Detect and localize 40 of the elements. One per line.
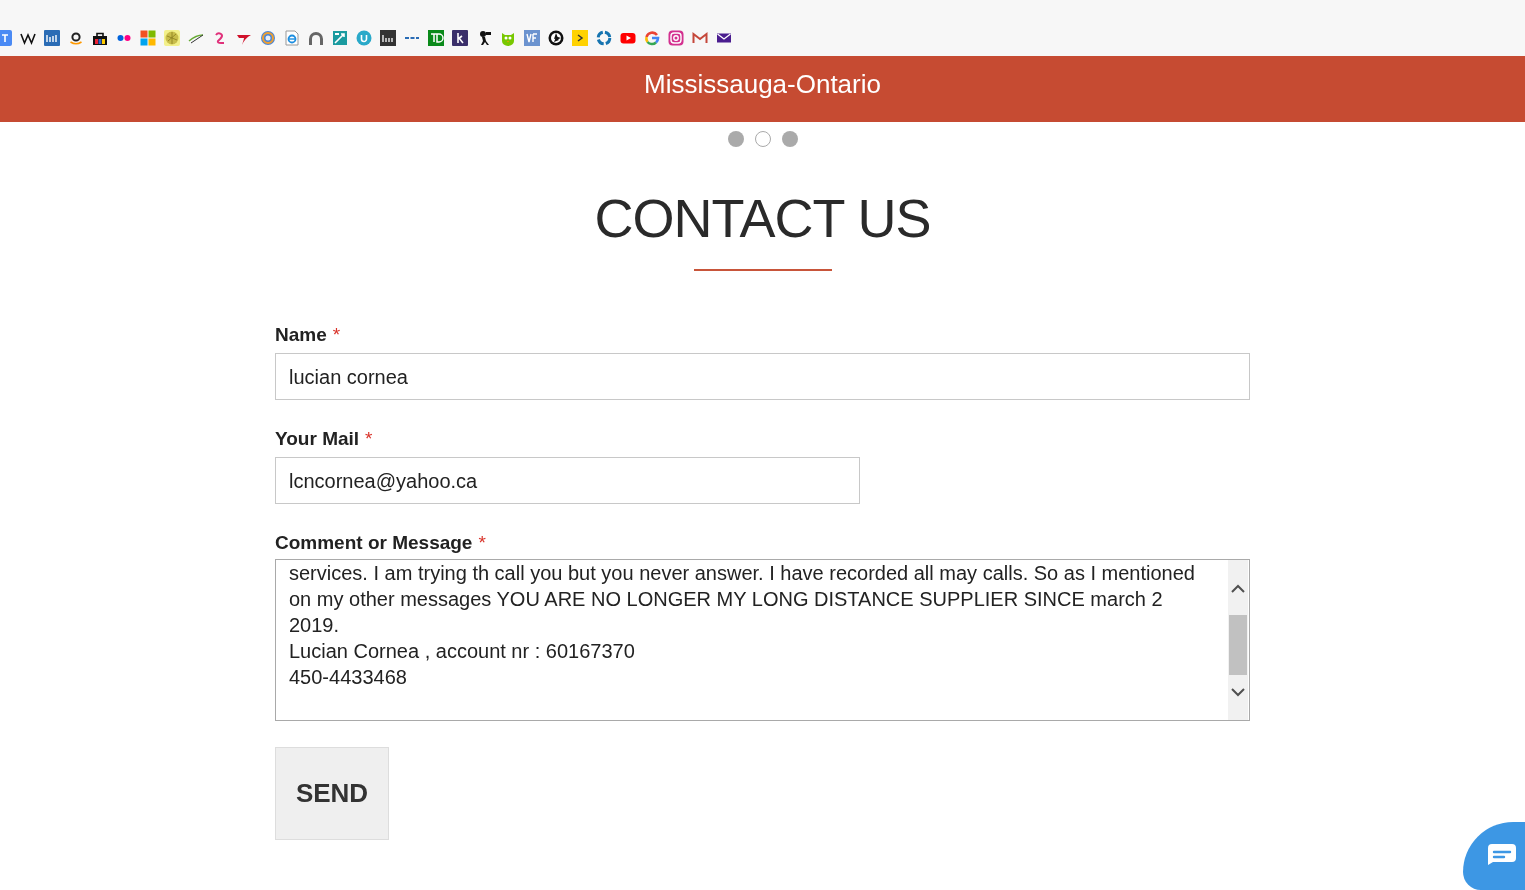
arch-icon[interactable] bbox=[308, 30, 324, 46]
required-mark: * bbox=[365, 428, 373, 450]
chevron-down-icon[interactable] bbox=[1231, 688, 1245, 697]
chat-icon bbox=[1487, 843, 1517, 865]
field-label: Your Mail bbox=[275, 428, 360, 450]
scrollbar-thumb[interactable] bbox=[1229, 615, 1247, 675]
tile-icon[interactable] bbox=[452, 30, 468, 46]
chat-button[interactable] bbox=[1463, 822, 1525, 890]
tile-icon[interactable] bbox=[428, 30, 444, 46]
header-title: Mississauga-Ontario bbox=[644, 69, 881, 99]
circle-icon[interactable] bbox=[356, 30, 372, 46]
send-button[interactable]: SEND bbox=[275, 747, 389, 840]
tile-icon[interactable] bbox=[524, 30, 540, 46]
camera-icon[interactable] bbox=[668, 30, 684, 46]
message-textarea[interactable]: services. I am trying th call you but you never answer. I have recorded all may calls. So as I mentioned on my other messages YOU ARE NO LONGER MY LONG DISTANCE SUPPLIER SINCE march 2 2019. Lucian Cornea , account nr : 60167370 450-4433468 bbox=[275, 559, 1250, 721]
globe-icon[interactable] bbox=[260, 30, 276, 46]
page-icon[interactable] bbox=[284, 30, 300, 46]
page-heading: CONTACT US bbox=[594, 187, 931, 249]
tile-icon[interactable] bbox=[380, 30, 396, 46]
ring-icon[interactable] bbox=[644, 30, 660, 46]
tile-icon[interactable] bbox=[44, 30, 60, 46]
tile-icon[interactable] bbox=[0, 30, 12, 46]
bag-icon[interactable] bbox=[92, 30, 108, 46]
chevron-up-icon[interactable] bbox=[1231, 584, 1245, 593]
envelope-icon[interactable] bbox=[692, 30, 708, 46]
field-label: Name bbox=[275, 324, 327, 346]
ring-icon[interactable] bbox=[596, 30, 612, 46]
field-label: Comment or Message bbox=[275, 532, 473, 554]
scrollbar[interactable] bbox=[1228, 560, 1248, 720]
required-mark: * bbox=[478, 532, 486, 554]
required-mark: * bbox=[332, 324, 341, 346]
grid-icon[interactable] bbox=[140, 30, 156, 46]
ball-icon[interactable] bbox=[164, 30, 180, 46]
chevron-tile-icon[interactable] bbox=[572, 30, 588, 46]
smile-icon[interactable] bbox=[68, 30, 84, 46]
play-icon[interactable] bbox=[620, 30, 636, 46]
input-field[interactable]: lucian cornea bbox=[275, 353, 1250, 400]
chart-icon[interactable] bbox=[332, 30, 348, 46]
input-field[interactable]: lcncornea@yahoo.ca bbox=[275, 457, 860, 504]
aperture-icon[interactable] bbox=[548, 30, 564, 46]
